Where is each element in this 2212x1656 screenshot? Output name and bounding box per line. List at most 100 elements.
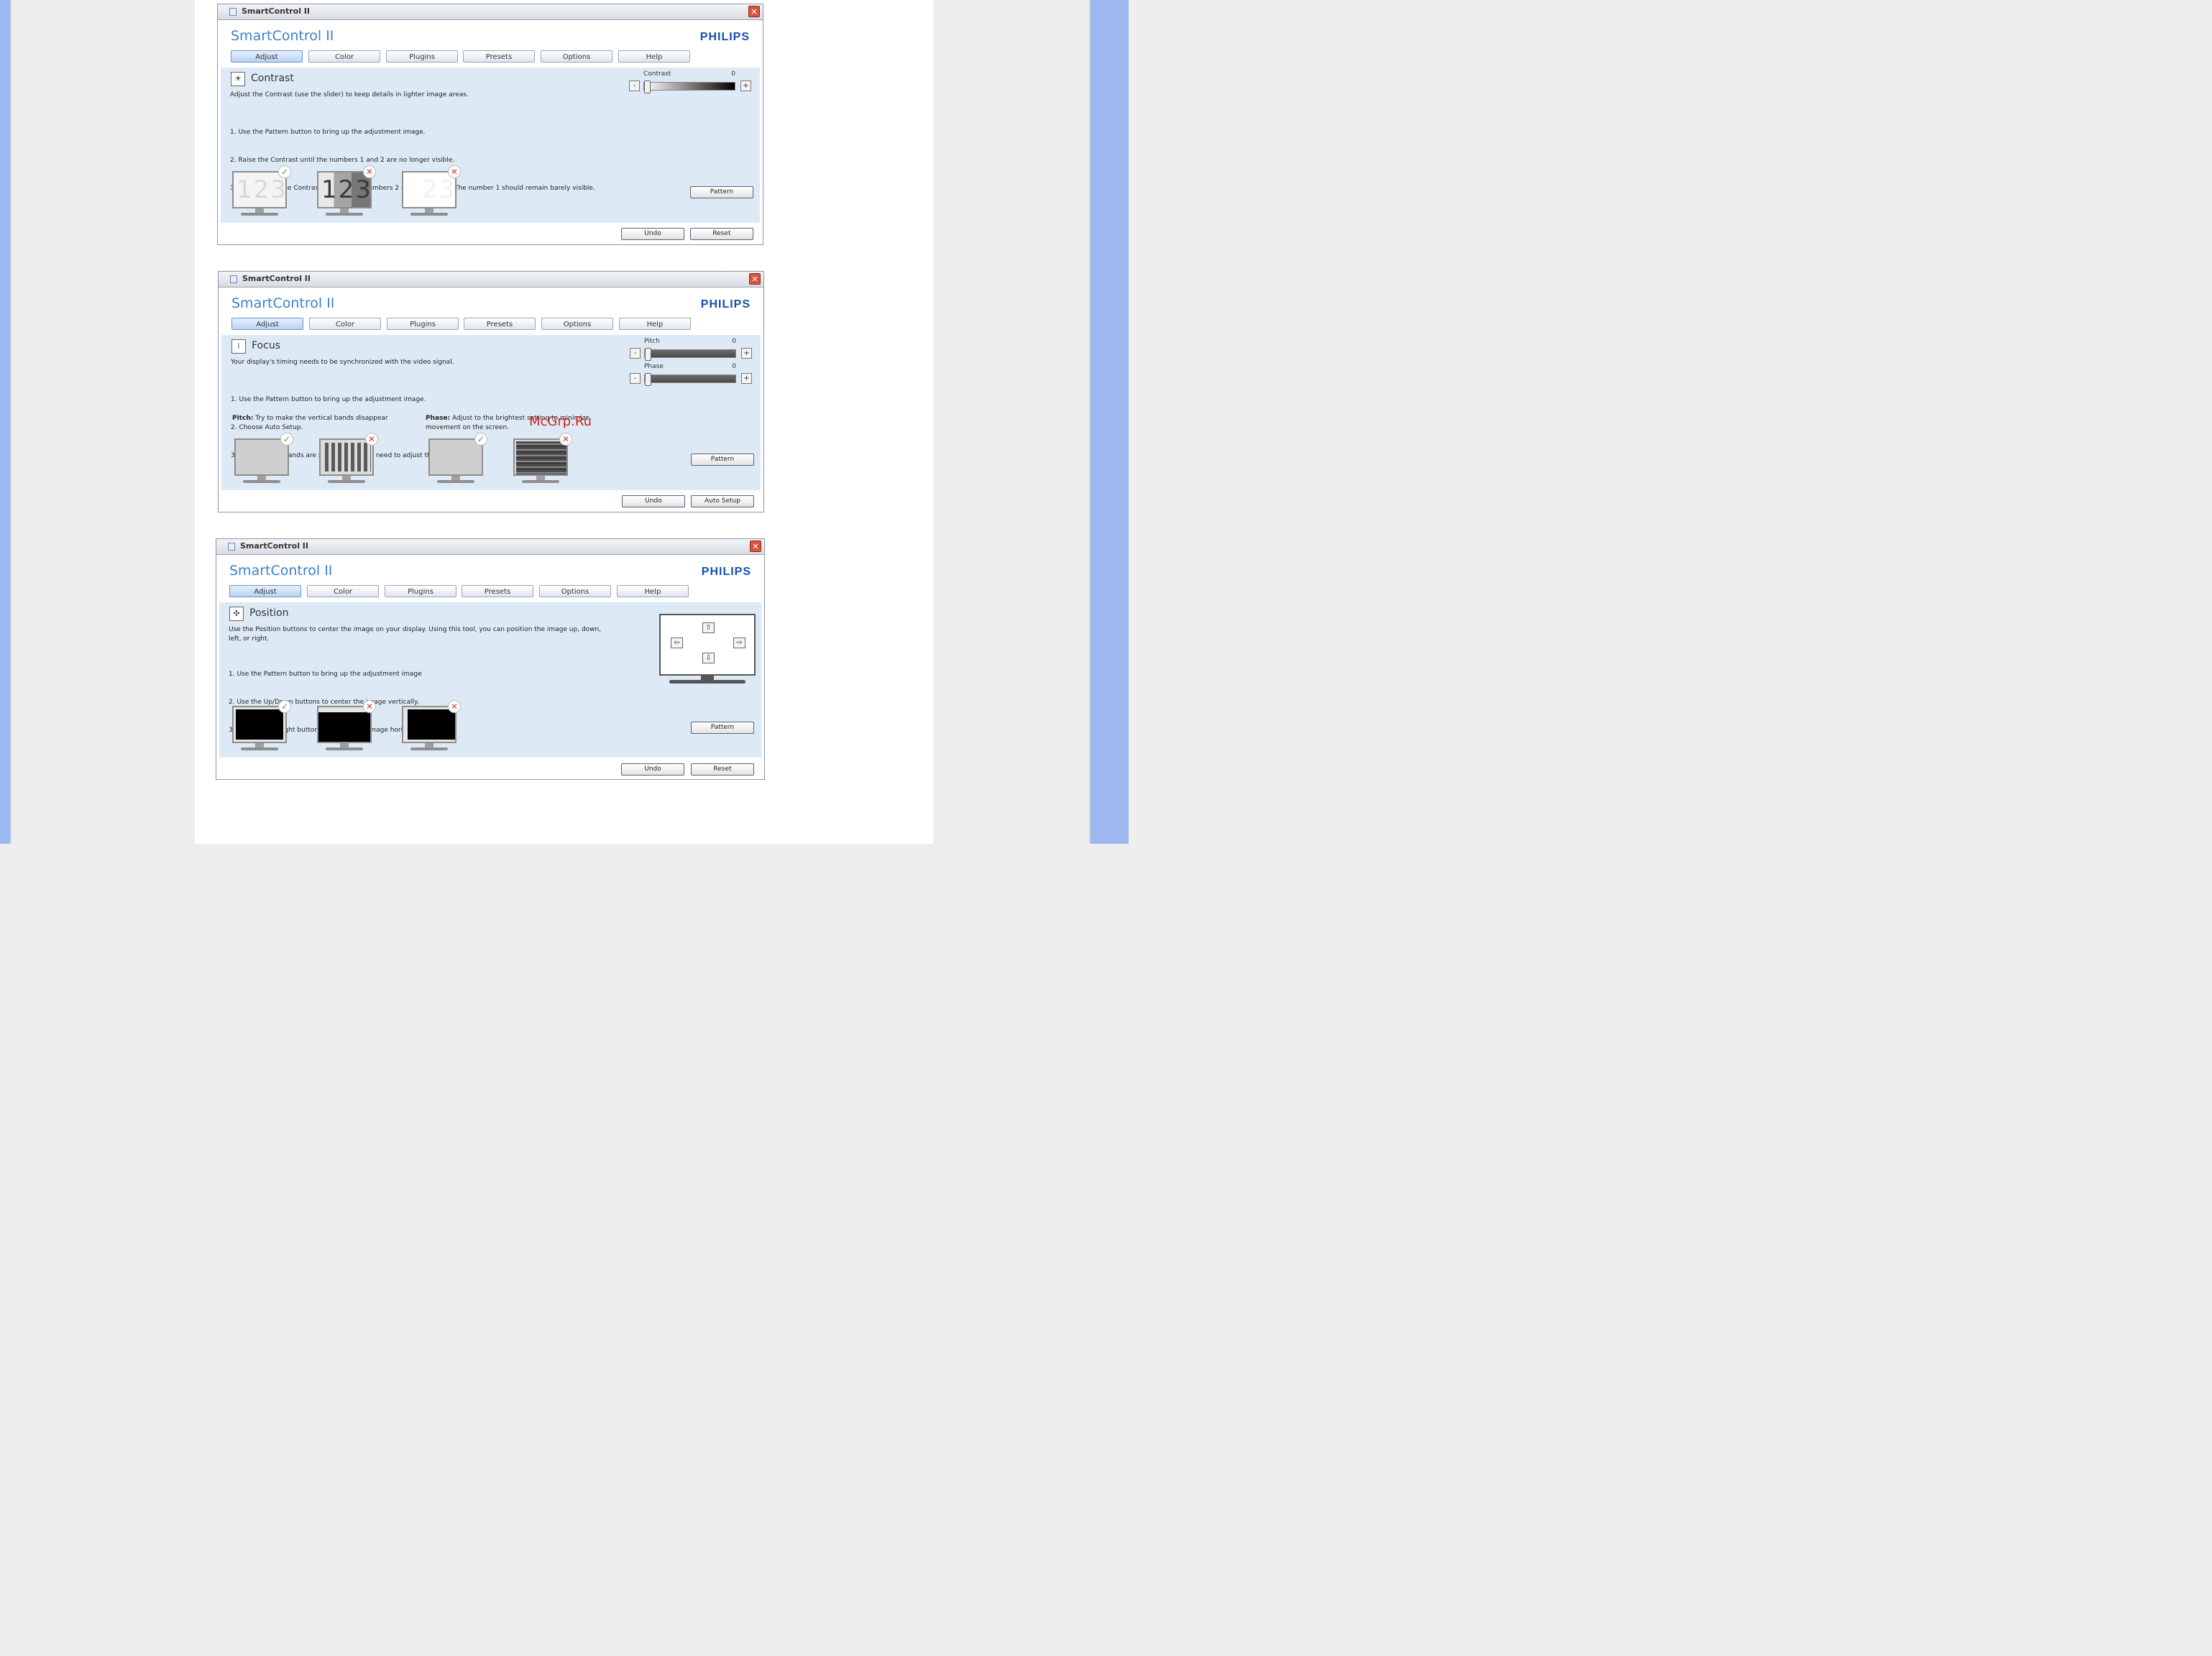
decrease-button[interactable]: - [630,373,641,384]
position-preview-wrong: ✕ [316,700,376,755]
slider-value: 0 [732,338,736,345]
close-button[interactable]: ✕ [749,273,761,285]
content-panel: ⁞ Focus Your display's timing needs to b… [221,335,761,490]
move-icon: ✣ [229,607,244,621]
slider-track[interactable] [644,348,736,361]
window-title: SmartControl II [242,6,310,16]
reset-button[interactable]: Reset [691,763,754,776]
tab-color[interactable]: Color [309,318,381,330]
pattern-button[interactable]: Pattern [691,454,754,466]
preview-monitor-wrong: 123 ✕ [316,165,376,220]
pitch-note-text: Try to make the vertical bands disappear [255,415,388,422]
tab-color[interactable]: Color [308,50,380,63]
philips-logo: PHILIPS [699,31,750,43]
tab-plugins[interactable]: Plugins [385,585,456,597]
pitch-preview-wrong: ✕ [318,433,378,487]
slider-track[interactable] [643,80,735,93]
content-panel: ☀ Contrast Adjust the Contrast (use the … [221,68,760,223]
phase-note-label: Phase: [426,415,451,422]
position-control: ⇧ ⇦ ⇨ ⇩ [659,614,756,689]
preview-screen [428,438,483,476]
close-button[interactable]: ✕ [750,540,761,552]
app-icon [230,275,237,283]
phase-preview-wrong: ✕ [512,433,572,487]
tab-color[interactable]: Color [307,585,379,597]
phase-preview-correct: ✓ [427,433,487,487]
focus-icon: ⁞ [231,339,246,354]
slider-label: Pitch [644,338,660,345]
section-title: Contrast [251,73,294,84]
slider-label: Contrast [643,70,671,78]
tab-presets[interactable]: Presets [463,50,535,63]
page-left-border [0,0,12,844]
window-title: SmartControl II [242,274,311,283]
window-title: SmartControl II [240,541,308,551]
decrease-button[interactable]: - [629,80,640,91]
app-icon [229,8,237,16]
slider-track[interactable] [644,373,736,386]
increase-button[interactable]: + [741,373,752,384]
slider-thumb[interactable] [645,373,651,386]
instruction-step: 1. Use the Pattern button to bring up th… [230,129,426,136]
app-icon [228,543,235,551]
instruction-step: 1. Use the Pattern button to bring up th… [229,671,422,678]
preview-screen [317,706,372,743]
tab-presets[interactable]: Presets [464,318,536,330]
left-arrow-icon[interactable]: ⇦ [671,638,683,648]
philips-logo: PHILIPS [700,298,751,310]
slider-thumb[interactable] [645,348,651,361]
increase-button[interactable]: + [740,80,751,91]
tab-adjust[interactable]: Adjust [231,50,303,63]
app-title: SmartControl II [229,563,333,579]
increase-button[interactable]: + [741,348,752,359]
app-title: SmartControl II [231,295,335,311]
cross-icon: ✕ [559,433,572,446]
tab-options[interactable]: Options [541,50,612,63]
tab-adjust[interactable]: Adjust [229,585,301,597]
instruction-step: 2. Choose Auto Setup. [231,424,303,431]
cross-icon: ✕ [363,700,376,713]
tab-plugins[interactable]: Plugins [386,50,458,63]
reset-button[interactable]: Reset [690,228,753,240]
close-button[interactable]: ✕ [748,6,760,17]
decrease-button[interactable]: - [630,348,641,359]
undo-button[interactable]: Undo [622,495,685,507]
pitch-slider: Pitch 0 - + [630,338,752,361]
section-title: Position [249,607,289,619]
smartcontrol-window-contrast: SmartControl II ✕ SmartControl II PHILIP… [217,4,763,245]
preview-digits: 123 [321,175,372,204]
up-arrow-icon[interactable]: ⇧ [702,622,715,633]
tab-presets[interactable]: Presets [462,585,533,597]
cross-icon: ✕ [365,433,378,446]
preview-screen [232,706,287,743]
tab-help[interactable]: Help [617,585,689,597]
tab-help[interactable]: Help [619,318,691,330]
title-bar: SmartControl II ✕ [218,4,763,20]
tab-help[interactable]: Help [618,50,690,63]
undo-button[interactable]: Undo [621,228,684,240]
pitch-note: Pitch: Try to make the vertical bands di… [232,414,388,423]
watermark: McGrp.Ru [529,414,592,429]
tab-adjust[interactable]: Adjust [231,318,303,330]
auto-setup-button[interactable]: Auto Setup [691,495,754,507]
preview-screen [319,438,374,476]
position-preview-correct: ✓ [231,700,291,755]
tab-options[interactable]: Options [539,585,611,597]
undo-button[interactable]: Undo [621,763,684,776]
slider-value: 0 [732,363,736,370]
cross-icon: ✕ [363,165,376,178]
right-arrow-icon[interactable]: ⇨ [733,638,745,648]
section-description: Your display's timing needs to be synchr… [231,359,454,366]
pattern-button[interactable]: Pattern [691,722,754,734]
tab-options[interactable]: Options [541,318,613,330]
section-description: Use the Position buttons to center the i… [229,626,602,643]
tab-plugins[interactable]: Plugins [387,318,459,330]
section-description: Adjust the Contrast (use the slider) to … [230,91,469,98]
check-icon: ✓ [278,165,291,178]
check-icon: ✓ [278,700,291,713]
down-arrow-icon[interactable]: ⇩ [702,653,715,663]
cross-icon: ✕ [448,700,461,713]
contrast-icon: ☀ [231,72,245,86]
pattern-button[interactable]: Pattern [690,186,753,198]
slider-thumb[interactable] [644,80,651,93]
